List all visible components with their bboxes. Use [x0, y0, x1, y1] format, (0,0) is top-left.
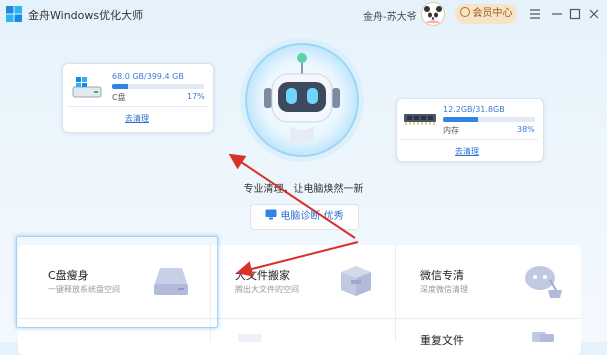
- tool-title: 微信专清: [420, 269, 464, 282]
- member-center-button[interactable]: 会员中心: [455, 4, 517, 24]
- tool-subtitle: 腾出大文件的空间: [235, 285, 299, 294]
- partial-tool-icon: [238, 334, 262, 342]
- maximize-icon: [569, 8, 581, 20]
- memory-card-divider: [400, 139, 538, 140]
- slogan: 专业清理，让电脑焕然一新: [243, 184, 364, 195]
- windows-logo-icon: [6, 6, 22, 22]
- disk-label: C盘: [112, 93, 126, 102]
- close-icon: [589, 9, 599, 19]
- tool-duplicate-files-title[interactable]: 重复文件: [420, 332, 464, 348]
- menu-icon: [530, 9, 540, 19]
- app-title: 金舟Windows优化大师: [28, 9, 144, 22]
- selection-highlight: [16, 236, 218, 328]
- memory-percent: 38%: [517, 125, 535, 134]
- memory-usage-bar: [443, 117, 535, 122]
- diagnose-label: 电脑诊断·优秀: [280, 211, 344, 222]
- menu-button[interactable]: [527, 6, 543, 22]
- crown-icon: [459, 7, 470, 17]
- disk-usage-fill: [112, 84, 128, 89]
- diagnose-button[interactable]: 电脑诊断·优秀: [250, 204, 359, 230]
- title-bar: 金舟Windows优化大师 金舟-苏大爷 会员中心: [0, 0, 607, 28]
- tool-divider-2: [395, 245, 396, 342]
- wechat-broom-icon: [525, 266, 562, 298]
- minimize-button[interactable]: [549, 6, 565, 22]
- memory-label: 内存: [443, 126, 459, 135]
- disk-usage-bar: [112, 84, 204, 89]
- close-button[interactable]: [586, 6, 602, 22]
- avatar[interactable]: [421, 2, 445, 26]
- tool-title: 大文件搬家: [235, 269, 290, 282]
- disk-clean-link[interactable]: 去清理: [125, 113, 149, 124]
- monitor-icon: [265, 209, 277, 220]
- memory-usage-text: 12.2GB/31.8GB: [443, 105, 505, 114]
- tool-wechat-clean[interactable]: 微信专清 深度微信清理: [399, 250, 579, 314]
- robot-mascot: [240, 38, 364, 162]
- disk-usage-text: 68.0 GB/399.4 GB: [112, 72, 184, 81]
- user-name[interactable]: 金舟-苏大爷: [363, 8, 417, 23]
- disk-percent: 17%: [187, 92, 205, 101]
- member-center-label: 会员中心: [472, 8, 513, 19]
- box-icon: [341, 266, 371, 296]
- minimize-icon: [552, 13, 562, 15]
- disk-card-divider: [66, 106, 208, 107]
- duplicate-files-icon: [532, 332, 554, 342]
- panda-avatar-icon: [424, 6, 442, 23]
- memory-clean-link[interactable]: 去清理: [455, 146, 479, 157]
- tool-subtitle: 深度微信清理: [420, 285, 468, 294]
- memory-usage-fill: [443, 117, 478, 122]
- ram-chip-icon: [404, 114, 436, 125]
- drive-icon: [72, 77, 102, 98]
- tool-big-file-move[interactable]: 大文件搬家 腾出大文件的空间: [214, 250, 394, 314]
- maximize-button[interactable]: [567, 6, 583, 22]
